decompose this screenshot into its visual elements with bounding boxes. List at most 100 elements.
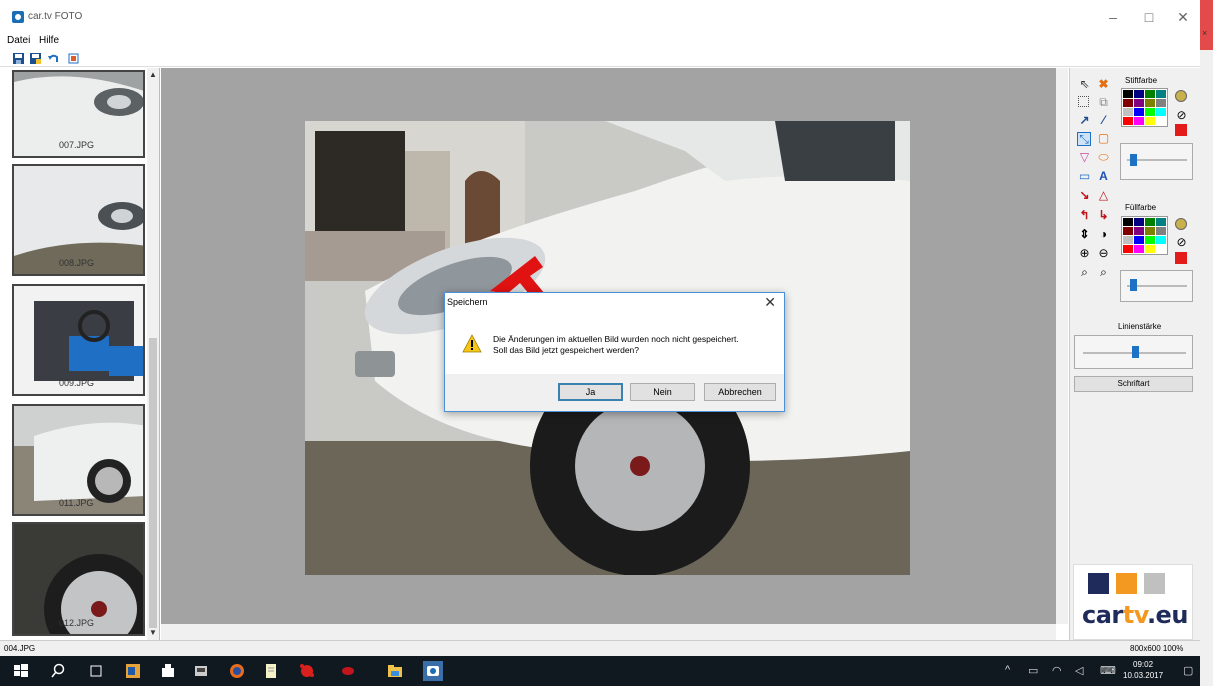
flip-icon[interactable]: ⇕	[1078, 228, 1091, 241]
line-tool-icon[interactable]: ⁄	[1097, 114, 1110, 127]
color-swatch[interactable]	[1134, 117, 1144, 125]
no-color-icon[interactable]: ⊘	[1175, 109, 1188, 122]
menu-hilfe[interactable]: Hilfe	[39, 35, 59, 46]
scrollbar-thumb[interactable]	[149, 338, 157, 628]
image-tool-icon[interactable]: ▭	[1078, 170, 1091, 183]
color-picker-icon[interactable]	[1175, 90, 1187, 102]
color-swatch[interactable]	[1156, 227, 1166, 235]
color-swatch[interactable]	[1134, 236, 1144, 244]
rotate-left-icon[interactable]: ↰	[1078, 209, 1091, 222]
color-swatch[interactable]	[1123, 117, 1133, 125]
save-as-icon[interactable]	[30, 53, 41, 64]
yes-button[interactable]: Ja	[558, 383, 623, 401]
undo-icon[interactable]	[48, 53, 59, 64]
scroll-down-icon[interactable]: ▼	[149, 628, 157, 637]
notes-icon[interactable]	[263, 663, 279, 679]
tray-chevron-icon[interactable]: ^	[1005, 664, 1010, 676]
notifications-icon[interactable]: ▢	[1183, 664, 1193, 677]
rotate-right-icon[interactable]: ↳	[1097, 209, 1110, 222]
delete-icon[interactable]: ✖	[1097, 78, 1110, 91]
select-tool-icon[interactable]	[1078, 96, 1089, 107]
search-icon[interactable]	[50, 663, 66, 679]
font-button[interactable]: Schriftart	[1074, 376, 1193, 392]
minimize-button[interactable]: –	[1095, 6, 1131, 28]
fill-color-palette[interactable]	[1121, 216, 1168, 255]
arrow-tool-icon[interactable]: ↗	[1078, 114, 1091, 127]
thumbnail-007[interactable]: 007.JPG	[12, 70, 145, 158]
color-swatch[interactable]	[1145, 117, 1155, 125]
color-swatch[interactable]	[1134, 90, 1144, 98]
scroll-up-icon[interactable]: ▲	[149, 70, 157, 79]
ellipse-tool-icon[interactable]: ⬭	[1097, 151, 1110, 164]
zoom-out-icon[interactable]: ⊖	[1097, 247, 1110, 260]
color-swatch[interactable]	[1123, 108, 1133, 116]
cancel-button[interactable]: Abbrechen	[704, 383, 776, 401]
dialog-close-icon[interactable]: ✕	[764, 294, 776, 311]
taskbar-clock[interactable]: 09:02 10.03.2017	[1123, 659, 1163, 681]
no-button[interactable]: Nein	[630, 383, 695, 401]
slider-knob[interactable]	[1130, 154, 1137, 166]
task-view-icon[interactable]	[88, 663, 104, 679]
zoom-100-icon[interactable]: ⌕	[1097, 266, 1110, 279]
color-swatch[interactable]	[1134, 108, 1144, 116]
thumbnail-011[interactable]: 011.JPG	[12, 404, 145, 516]
color-swatch[interactable]	[1156, 245, 1166, 253]
close-icon[interactable]: ×	[1202, 28, 1207, 38]
mail-icon[interactable]	[193, 663, 209, 679]
zoom-fit-icon[interactable]: ⌕	[1078, 266, 1091, 279]
color-swatch[interactable]	[1156, 108, 1166, 116]
windows-start-icon[interactable]	[13, 663, 29, 679]
slider-knob[interactable]	[1130, 279, 1137, 291]
volume-icon[interactable]: ◁	[1075, 664, 1083, 677]
canvas-horizontal-scrollbar[interactable]	[161, 624, 1056, 640]
canvas-vertical-scrollbar[interactable]	[1056, 68, 1068, 624]
color-swatch[interactable]	[1134, 218, 1144, 226]
pen-tool-icon[interactable]: ↘	[1078, 189, 1091, 202]
thumbnail-008[interactable]: 008.JPG	[12, 164, 145, 276]
save-icon[interactable]	[13, 53, 24, 64]
color-swatch[interactable]	[1134, 99, 1144, 107]
slider-knob[interactable]	[1131, 346, 1139, 358]
keyboard-icon[interactable]: ⌨	[1100, 664, 1116, 677]
color-swatch[interactable]	[1156, 99, 1166, 107]
contrast-icon[interactable]: ◑	[1097, 228, 1110, 241]
thumbnail-scrollbar[interactable]: ▲ ▼	[147, 68, 159, 640]
print-icon[interactable]	[68, 53, 79, 64]
stroke-color-palette[interactable]	[1121, 88, 1168, 127]
color-swatch[interactable]	[1156, 218, 1166, 226]
polygon-tool-icon[interactable]: ▽	[1078, 151, 1091, 164]
zoom-in-icon[interactable]: ⊕	[1078, 247, 1091, 260]
fill-opacity-slider[interactable]	[1120, 270, 1193, 302]
stroke-size-slider[interactable]	[1120, 143, 1193, 180]
color-swatch[interactable]	[1145, 90, 1155, 98]
color-swatch[interactable]	[1123, 245, 1133, 253]
color-swatch[interactable]	[1145, 245, 1155, 253]
file-manager-icon[interactable]	[160, 663, 176, 679]
marker-tool-icon[interactable]: ⤡	[1077, 132, 1091, 146]
text-tool-icon[interactable]: A	[1097, 170, 1110, 183]
color-swatch[interactable]	[1145, 218, 1155, 226]
color-swatch[interactable]	[1134, 245, 1144, 253]
line-width-slider[interactable]	[1074, 335, 1193, 369]
paint-splash-icon[interactable]	[299, 663, 315, 679]
color-swatch[interactable]	[1123, 99, 1133, 107]
battery-icon[interactable]: ▭	[1028, 664, 1038, 677]
wifi-icon[interactable]: ◠	[1052, 664, 1062, 677]
color-swatch[interactable]	[1145, 99, 1155, 107]
color-swatch[interactable]	[1123, 90, 1133, 98]
no-fill-icon[interactable]: ⊘	[1175, 236, 1188, 249]
color-swatch[interactable]	[1145, 236, 1155, 244]
color-swatch[interactable]	[1156, 236, 1166, 244]
explorer-icon[interactable]	[387, 663, 403, 679]
color-swatch[interactable]	[1145, 108, 1155, 116]
thumbnail-012[interactable]: 012.JPG	[12, 522, 145, 636]
color-swatch[interactable]	[1156, 90, 1166, 98]
color-swatch[interactable]	[1134, 227, 1144, 235]
red-app-icon[interactable]	[340, 663, 356, 679]
triangle-tool-icon[interactable]: △	[1097, 189, 1110, 202]
crop-tool-icon[interactable]: ⧉	[1097, 96, 1110, 109]
pointer-tool-icon[interactable]: ⇖	[1078, 78, 1091, 91]
rectangle-tool-icon[interactable]: ▢	[1097, 132, 1110, 145]
outlook-icon[interactable]	[125, 663, 141, 679]
fill-picker-icon[interactable]	[1175, 218, 1187, 230]
